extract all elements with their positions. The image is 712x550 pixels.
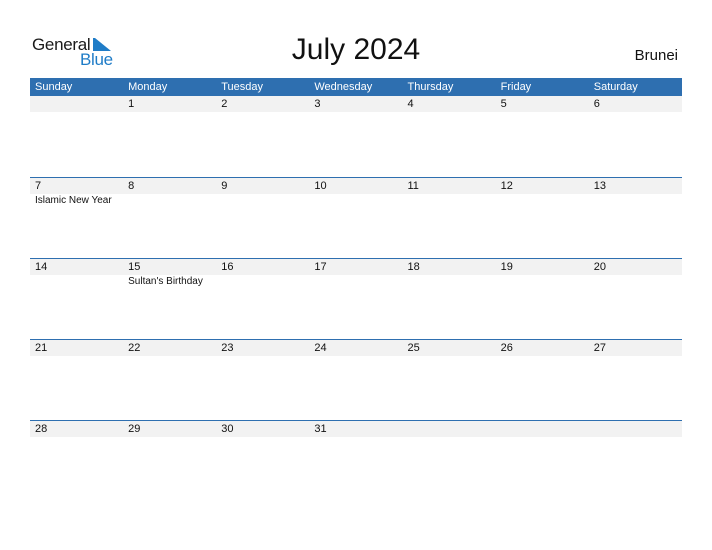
weekday-monday: Monday	[128, 81, 168, 93]
day-number: 6	[593, 98, 600, 110]
day-number: 18	[407, 261, 420, 273]
day-number: 12	[500, 180, 513, 192]
holiday-label	[30, 275, 123, 289]
day-number: 27	[593, 342, 606, 354]
date-row: 1 2 3 4 5 6	[30, 96, 682, 112]
day-number: 28	[35, 423, 48, 435]
event-row: Islamic New Year	[30, 194, 682, 208]
day-number	[30, 96, 123, 112]
week-row: 7 8 9 10 11 12 13 Islamic New Year	[30, 177, 682, 258]
weekday-thursday: Thursday	[407, 81, 454, 93]
day-number: 2	[221, 98, 228, 110]
date-row: 28 29 30 31	[30, 421, 682, 437]
holiday-label	[589, 275, 682, 289]
day-number: 4	[407, 98, 414, 110]
day-number: 15	[128, 261, 141, 273]
day-number	[589, 421, 682, 437]
weekday-friday: Friday	[500, 81, 532, 93]
day-number: 3	[314, 98, 321, 110]
day-number	[403, 421, 496, 437]
holiday-label	[589, 194, 682, 208]
day-number: 23	[221, 342, 234, 354]
day-number: 8	[128, 180, 135, 192]
day-number: 10	[314, 180, 327, 192]
day-number: 11	[407, 180, 419, 192]
holiday-label	[309, 194, 402, 208]
week-row: 14 15 16 17 18 19 20 Sultan's Birthday	[30, 258, 682, 339]
day-number: 7	[35, 180, 42, 192]
day-number: 24	[314, 342, 327, 354]
month-title: July 2024	[291, 33, 421, 66]
date-row: 7 8 9 10 11 12 13	[30, 178, 682, 194]
day-number: 19	[500, 261, 513, 273]
holiday-label	[403, 194, 496, 208]
day-number: 30	[221, 423, 234, 435]
day-number: 17	[314, 261, 327, 273]
weekday-sunday: Sunday	[35, 81, 73, 93]
day-number: 20	[593, 261, 606, 273]
holiday-label: Islamic New Year	[35, 195, 112, 206]
weekday-header: Sunday Monday Tuesday Wednesday Thursday…	[30, 78, 682, 96]
holiday-label	[216, 275, 309, 289]
day-number: 31	[314, 423, 327, 435]
weekday-tuesday: Tuesday	[221, 81, 264, 93]
event-row: Sultan's Birthday	[30, 275, 682, 289]
weekday-wednesday: Wednesday	[314, 81, 373, 93]
day-number: 5	[500, 98, 507, 110]
week-row: 21 22 23 24 25 26 27	[30, 339, 682, 420]
holiday-label	[309, 275, 402, 289]
day-number: 9	[221, 180, 228, 192]
week-row: 28 29 30 31	[30, 420, 682, 501]
holiday-label: Sultan's Birthday	[128, 276, 203, 287]
day-number: 22	[128, 342, 141, 354]
day-number: 25	[407, 342, 420, 354]
day-number	[496, 421, 589, 437]
country-label: Brunei	[634, 47, 678, 64]
weekday-saturday: Saturday	[593, 81, 638, 93]
week-row: 1 2 3 4 5 6	[30, 96, 682, 177]
calendar-grid: Sunday Monday Tuesday Wednesday Thursday…	[30, 78, 682, 501]
holiday-label	[496, 194, 589, 208]
date-row: 21 22 23 24 25 26 27	[30, 340, 682, 356]
day-number: 1	[128, 98, 135, 110]
day-number: 16	[221, 261, 234, 273]
date-row: 14 15 16 17 18 19 20	[30, 259, 682, 275]
holiday-label	[216, 194, 309, 208]
day-number: 13	[593, 180, 606, 192]
holiday-label	[403, 275, 496, 289]
day-number: 26	[500, 342, 513, 354]
day-number: 29	[128, 423, 141, 435]
day-number: 14	[35, 261, 48, 273]
day-number: 21	[35, 342, 48, 354]
holiday-label	[496, 275, 589, 289]
holiday-label	[123, 194, 216, 208]
